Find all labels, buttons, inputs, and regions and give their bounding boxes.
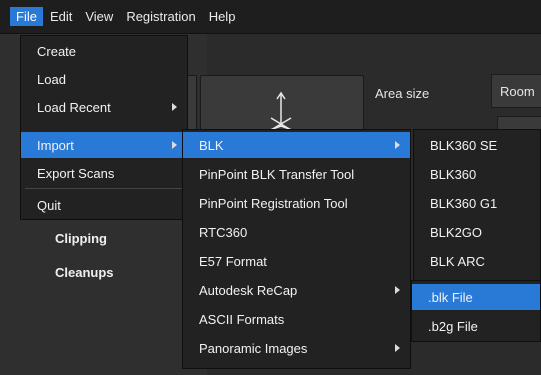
menu-item-panoramic[interactable]: Panoramic Images xyxy=(183,335,410,361)
chevron-right-icon xyxy=(172,103,177,111)
menu-item-pinpoint-blk-transfer[interactable]: PinPoint BLK Transfer Tool xyxy=(183,161,410,187)
menu-item-quit[interactable]: Quit xyxy=(21,192,187,218)
menubar: File Edit View Registration Help xyxy=(0,0,541,34)
area-size-select[interactable]: Room xyxy=(491,74,541,108)
menu-item-blk360[interactable]: BLK360 xyxy=(414,161,540,187)
cleanups-link[interactable]: Cleanups xyxy=(55,265,114,280)
menu-item-blk2go[interactable]: BLK2GO xyxy=(414,219,540,245)
menu-item-ascii[interactable]: ASCII Formats xyxy=(183,306,410,332)
menu-item-import[interactable]: Import xyxy=(21,132,187,158)
menu-item-rtc360[interactable]: RTC360 xyxy=(183,219,410,245)
menu-item-pinpoint-registration[interactable]: PinPoint Registration Tool xyxy=(183,190,410,216)
menu-item-e57[interactable]: E57 Format xyxy=(183,248,410,274)
menu-item-export-scans[interactable]: Export Scans xyxy=(21,160,187,186)
menu-item-blk360-g1[interactable]: BLK360 G1 xyxy=(414,190,540,216)
menu-file[interactable]: File xyxy=(10,7,43,26)
menu-item-blk[interactable]: BLK xyxy=(183,132,410,158)
menu-item-load-recent[interactable]: Load Recent xyxy=(21,94,187,120)
chevron-right-icon xyxy=(395,141,400,149)
clipping-link[interactable]: Clipping xyxy=(55,231,107,246)
menu-registration[interactable]: Registration xyxy=(120,7,201,26)
menu-item-create[interactable]: Create xyxy=(21,38,187,64)
recap-menu: .blk File .b2g File xyxy=(411,280,541,342)
menu-item-b2g-file[interactable]: .b2g File xyxy=(412,313,540,339)
menu-item-blk-arc[interactable]: BLK ARC xyxy=(414,248,540,274)
menu-item-autodesk-recap[interactable]: Autodesk ReCap xyxy=(183,277,410,303)
menu-item-blk360-se[interactable]: BLK360 SE xyxy=(414,132,540,158)
menu-help[interactable]: Help xyxy=(203,7,242,26)
blk-menu: BLK360 SE BLK360 BLK360 G1 BLK2GO BLK AR… xyxy=(413,129,541,281)
menu-view[interactable]: View xyxy=(79,7,119,26)
menu-item-blk-file[interactable]: .blk File xyxy=(412,284,540,310)
menu-edit[interactable]: Edit xyxy=(44,7,78,26)
chevron-right-icon xyxy=(172,141,177,149)
chevron-right-icon xyxy=(395,344,400,352)
import-menu: BLK PinPoint BLK Transfer Tool PinPoint … xyxy=(182,129,411,369)
menu-separator xyxy=(25,188,183,189)
file-menu: Create Load Load Recent Import Export Sc… xyxy=(20,35,188,220)
area-size-label: Area size xyxy=(375,86,430,101)
menu-item-load[interactable]: Load xyxy=(21,66,187,92)
chevron-right-icon xyxy=(395,286,400,294)
